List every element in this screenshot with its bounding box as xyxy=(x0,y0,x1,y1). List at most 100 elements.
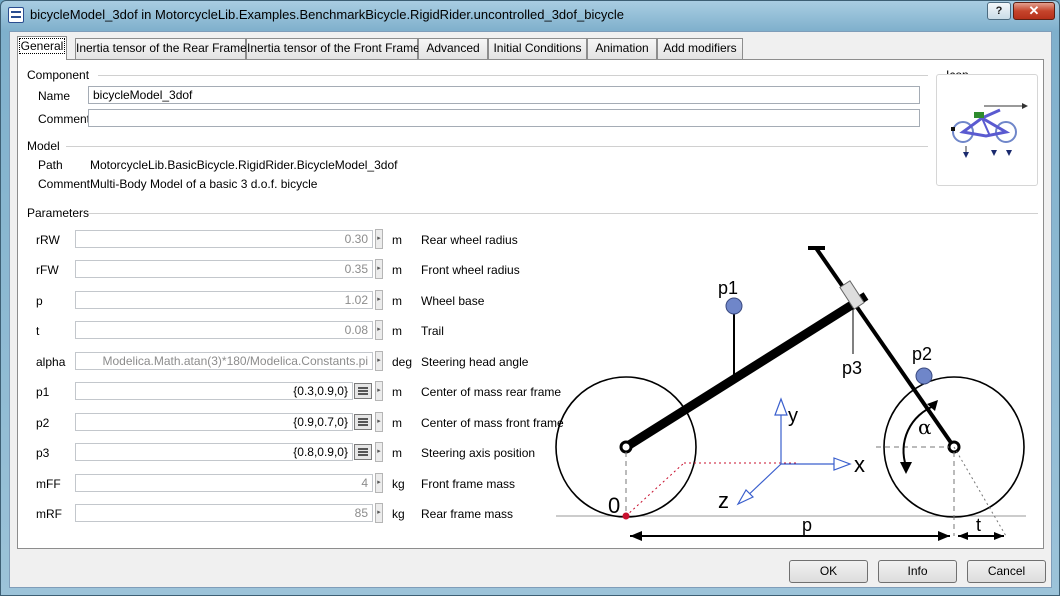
label-p3: p3 xyxy=(842,358,862,378)
param-description: Rear frame mass xyxy=(421,507,514,521)
param-unit: m xyxy=(392,233,402,247)
rear-frame-bar xyxy=(623,292,869,451)
dialog-window: bicycleModel_3dof in MotorcycleLib.Examp… xyxy=(0,0,1060,596)
steering-fork xyxy=(814,246,956,449)
param-unit: m xyxy=(392,324,402,338)
tab-general[interactable]: General xyxy=(17,36,67,60)
param-description: Steering head angle xyxy=(421,355,529,369)
param-description: Trail xyxy=(421,324,444,338)
alpha-arrow-tail xyxy=(900,462,912,474)
cancel-button[interactable]: Cancel xyxy=(967,560,1046,583)
matrix-edit-icon[interactable] xyxy=(354,444,372,460)
param-value-field[interactable]: Modelica.Math.atan(3)*180/Modelica.Const… xyxy=(75,352,373,370)
tab-general-label: General xyxy=(18,38,66,54)
help-button[interactable]: ? xyxy=(987,2,1011,20)
comment-label: Comment xyxy=(38,112,91,126)
model-comment-label: Comment xyxy=(38,177,91,191)
tab-inertia-front[interactable]: Inertia tensor of the Front Frame xyxy=(246,38,420,59)
param-arrow-button[interactable]: ▸ xyxy=(375,290,383,310)
model-heading: Model xyxy=(27,139,60,153)
param-name: alpha xyxy=(36,355,66,369)
param-description: Rear wheel radius xyxy=(421,233,518,247)
param-name: mRF xyxy=(36,507,62,521)
param-arrow-button[interactable]: ▸ xyxy=(375,320,383,340)
comment-field[interactable] xyxy=(88,109,920,127)
param-value-field[interactable]: 4 xyxy=(75,474,373,492)
label-z: z xyxy=(718,488,729,513)
param-unit: m xyxy=(392,416,402,430)
tab-advanced[interactable]: Advanced xyxy=(418,38,488,59)
param-arrow-button[interactable]: ▸ xyxy=(375,259,383,279)
param-name: rFW xyxy=(36,263,59,277)
parameters-divider xyxy=(88,213,1038,214)
param-unit: deg xyxy=(392,355,413,369)
path-label: Path xyxy=(38,158,63,172)
label-x: x xyxy=(854,452,865,477)
model-comment-value: Multi-Body Model of a basic 3 d.o.f. bic… xyxy=(90,177,318,191)
param-name: p3 xyxy=(36,446,50,460)
param-description: Center of mass front frame xyxy=(421,416,564,430)
origin-point xyxy=(622,512,630,520)
param-description: Steering axis position xyxy=(421,446,536,460)
param-arrow-button[interactable]: ▸ xyxy=(375,503,383,523)
param-value-field[interactable]: 85 xyxy=(75,504,373,522)
general-panel: Component Name bicycleModel_3dof Comment… xyxy=(17,59,1044,549)
param-arrow-button[interactable]: ▸ xyxy=(375,351,383,371)
label-alpha: α xyxy=(918,415,932,439)
p2-mass-icon xyxy=(915,367,933,385)
param-unit: m xyxy=(392,385,402,399)
param-unit: m xyxy=(392,446,402,460)
bicycle-model-icon xyxy=(951,103,1028,158)
ok-button[interactable]: OK xyxy=(789,560,868,583)
matrix-edit-icon[interactable] xyxy=(354,383,372,399)
label-p1: p1 xyxy=(718,278,738,298)
param-arrow-button[interactable]: ▸ xyxy=(375,381,383,401)
rear-hub xyxy=(619,440,633,454)
param-unit: m xyxy=(392,294,402,308)
param-name: p2 xyxy=(36,416,50,430)
dialog-client: General Inertia tensor of the Rear Frame… xyxy=(9,31,1052,588)
param-description: Front frame mass xyxy=(421,477,516,491)
param-arrow-button[interactable]: ▸ xyxy=(375,442,383,462)
param-name: t xyxy=(36,324,40,338)
param-name: p xyxy=(36,294,43,308)
p1-mass-icon xyxy=(725,297,743,315)
origin-red-dots-1 xyxy=(625,462,685,517)
param-name: mFF xyxy=(36,477,61,491)
param-description: Front wheel radius xyxy=(421,263,520,277)
path-value: MotorcycleLib.BasicBicycle.RigidRider.Bi… xyxy=(90,158,398,172)
title-bar[interactable]: bicycleModel_3dof in MotorcycleLib.Examp… xyxy=(1,1,1059,29)
param-name: p1 xyxy=(36,385,50,399)
matrix-edit-icon[interactable] xyxy=(354,414,372,430)
param-value-field[interactable]: 0.35 xyxy=(75,260,373,278)
label-y: y xyxy=(788,405,798,427)
name-label: Name xyxy=(38,89,71,103)
param-value-field[interactable]: {0.8,0.9,0} xyxy=(75,443,353,461)
param-value-field[interactable]: 1.02 xyxy=(75,291,373,309)
name-field[interactable]: bicycleModel_3dof xyxy=(88,86,920,104)
label-p: p xyxy=(802,515,812,535)
param-arrow-button[interactable]: ▸ xyxy=(375,229,383,249)
tab-add-modifiers[interactable]: Add modifiers xyxy=(657,38,743,59)
window-icon xyxy=(8,7,24,23)
bicycle-geometry-diagram: p1 p2 p3 0 y x z α p t xyxy=(555,246,1026,541)
parameters-heading: Parameters xyxy=(27,206,90,220)
param-name: rRW xyxy=(36,233,60,247)
param-unit: kg xyxy=(392,477,405,491)
info-button[interactable]: Info xyxy=(878,560,957,583)
tab-inertia-rear[interactable]: Inertia tensor of the Rear Frame xyxy=(75,38,247,59)
param-value-field[interactable]: {0.3,0.9,0} xyxy=(75,382,353,400)
param-value-field[interactable]: {0.9,0.7,0} xyxy=(75,413,353,431)
param-arrow-button[interactable]: ▸ xyxy=(375,473,383,493)
param-description: Wheel base xyxy=(421,294,485,308)
tab-animation[interactable]: Animation xyxy=(587,38,657,59)
param-description: Center of mass rear frame xyxy=(421,385,562,399)
param-value-field[interactable]: 0.08 xyxy=(75,321,373,339)
component-heading: Component xyxy=(27,68,90,82)
label-zero: 0 xyxy=(608,493,620,518)
close-button[interactable]: ✕ xyxy=(1013,2,1055,20)
model-divider xyxy=(66,146,928,147)
param-arrow-button[interactable]: ▸ xyxy=(375,412,383,432)
param-value-field[interactable]: 0.30 xyxy=(75,230,373,248)
tab-initial-conditions[interactable]: Initial Conditions xyxy=(488,38,587,59)
